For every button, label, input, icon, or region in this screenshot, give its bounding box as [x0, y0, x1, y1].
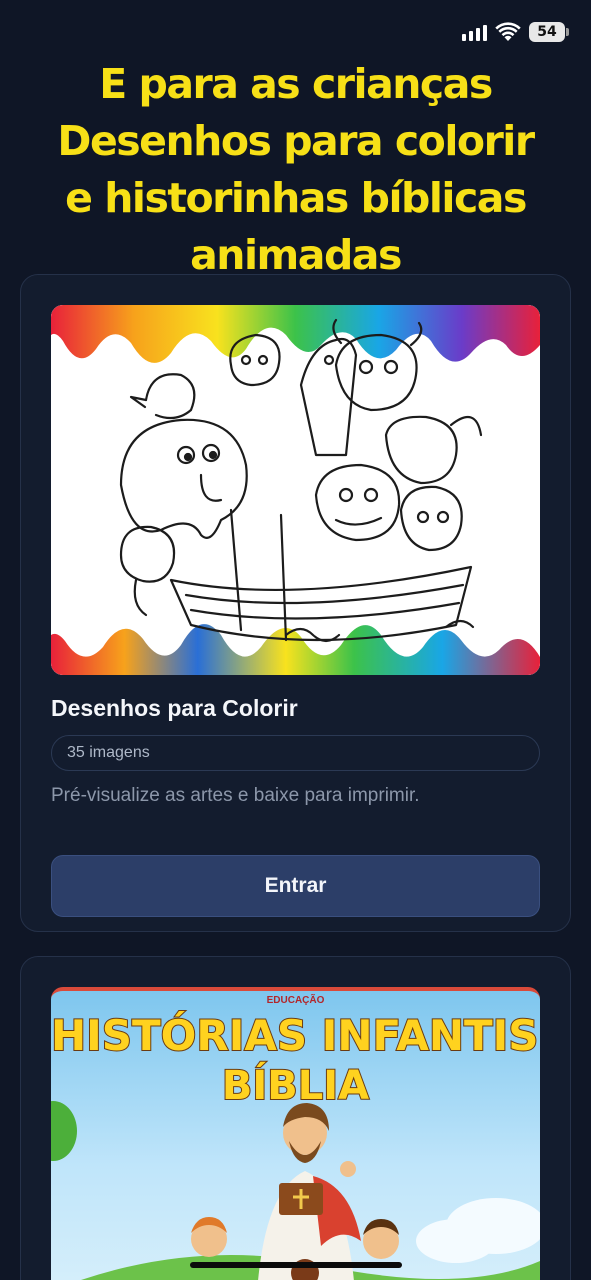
promo-headline: E para as crianças Desenhos para colorir… [0, 56, 591, 284]
brand-label: EDUCAÇÃO [266, 995, 325, 1006]
home-indicator[interactable] [190, 1262, 402, 1268]
battery-level: 54 [537, 24, 557, 40]
stories-title-line2: BÍBLIA [221, 1062, 370, 1110]
headline-line: e historinhas bíblicas [65, 174, 527, 222]
image-count-badge: 35 imagens [51, 735, 540, 771]
bible-stories-card: EDUCAÇÃO HISTÓRIAS INFANTIS DA BÍBLIA [20, 956, 571, 1280]
headline-line: E para as crianças [99, 60, 493, 108]
cellular-signal-icon [462, 23, 487, 41]
coloring-pages-card: Desenhos para Colorir 35 imagens Pré-vis… [20, 274, 571, 932]
headline-line: Desenhos para colorir [57, 117, 535, 165]
noahs-ark-illustration [51, 305, 540, 675]
coloring-preview-image [51, 305, 540, 675]
wifi-icon [495, 22, 521, 41]
status-bar: 54 [462, 22, 569, 42]
bible-stories-preview-image: EDUCAÇÃO HISTÓRIAS INFANTIS DA BÍBLIA [51, 987, 540, 1280]
card-title: Desenhos para Colorir [51, 695, 298, 721]
image-count-label: 35 imagens [67, 744, 150, 761]
battery-icon: 54 [529, 22, 569, 42]
enter-button[interactable]: Entrar [51, 855, 540, 917]
card-description: Pré-visualize as artes e baixe para impr… [51, 785, 420, 806]
stories-title-line1: HISTÓRIAS INFANTIS DA [51, 1010, 540, 1061]
app-screen: 54 E para as crianças Desenhos para colo… [0, 0, 591, 1280]
